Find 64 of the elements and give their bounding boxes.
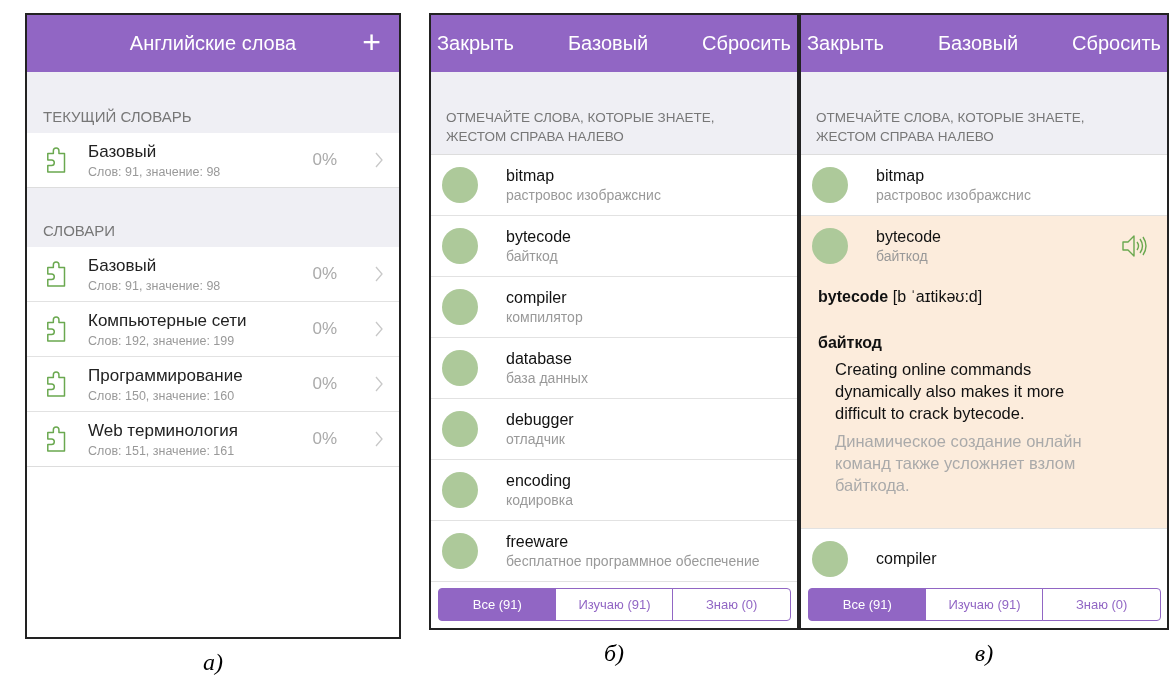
figure-caption: а) bbox=[203, 649, 223, 676]
dictionary-name: Компьютерные сети bbox=[88, 310, 248, 331]
example-sentence: Creating online commands dynamically also makes it more difficult to crack bytecode. bbox=[834, 359, 1066, 424]
dictionary-name: Базовый bbox=[88, 141, 158, 162]
dictionary-stats: Слов: 91, значение: 98 bbox=[88, 278, 222, 293]
filter-tab[interactable]: Изучаю (91) bbox=[555, 588, 674, 621]
dictionary-stats: Слов: 151, значение: 161 bbox=[88, 443, 236, 458]
filter-tab[interactable]: Изучаю (91) bbox=[925, 588, 1044, 621]
hint-text: ОТМЕЧАЙТЕ СЛОВА, КОТОРЫЕ ЗНАЕТЕ, ЖЕСТОМ СПРАВА НАЛЕВО bbox=[446, 110, 715, 144]
word-text: compiler bbox=[506, 289, 568, 307]
word-text: freeware bbox=[506, 533, 570, 551]
dictionary-item[interactable]: Базовый Слов: 91, значение: 98 0% bbox=[27, 133, 399, 187]
progress-percent: 0% bbox=[312, 374, 337, 394]
word-translation: отладчик bbox=[506, 431, 566, 447]
meaning-text: байткод bbox=[818, 334, 883, 352]
word-text: compiler bbox=[876, 550, 938, 568]
toolbar-button[interactable]: Закрыть bbox=[437, 32, 515, 55]
filter-tab[interactable]: Все (91) bbox=[438, 588, 557, 621]
dictionary-name: Программирование bbox=[88, 365, 244, 386]
dictionary-stats: Слов: 150, значение: 160 bbox=[88, 388, 236, 403]
word-translation: кодировка bbox=[506, 492, 574, 508]
filter-tab[interactable]: Знаю (0) bbox=[672, 588, 791, 621]
header-title: Английские слова bbox=[129, 32, 297, 55]
figure-caption: в) bbox=[974, 640, 994, 667]
dictionary-stats: Слов: 192, значение: 199 bbox=[88, 333, 236, 348]
word-text: debugger bbox=[506, 411, 575, 429]
add-button[interactable]: + bbox=[358, 25, 385, 59]
toolbar-button[interactable]: Закрыть bbox=[807, 32, 885, 55]
progress-percent: 0% bbox=[312, 319, 337, 339]
toolbar-button[interactable]: Базовый bbox=[937, 32, 1019, 55]
example-translation: Динамическое создание онлайн команд также усложняет взлом байткода. bbox=[834, 431, 1083, 496]
word-translation: байткод bbox=[506, 248, 559, 264]
progress-percent: 0% bbox=[312, 150, 337, 170]
word-translation: компилятор bbox=[506, 309, 584, 325]
section-title: СЛОВАРИ bbox=[43, 222, 116, 239]
dictionary-item[interactable]: Базовый Слов: 91, значение: 98 0% bbox=[27, 247, 399, 301]
dictionary-name: Базовый bbox=[88, 255, 158, 276]
dictionary-stats: Слов: 91, значение: 98 bbox=[88, 164, 222, 179]
figure-caption: б) bbox=[603, 640, 625, 667]
word-text: bytecode bbox=[876, 228, 942, 246]
word-text: bitmap bbox=[876, 167, 926, 185]
word-translation: база данных bbox=[506, 370, 589, 386]
toolbar-button[interactable]: Сбросить bbox=[702, 32, 791, 55]
section-title: ТЕКУЩИЙ СЛОВАРЬ bbox=[43, 108, 192, 125]
filter-tab[interactable]: Все (91) bbox=[808, 588, 927, 621]
word-text: encoding bbox=[506, 472, 572, 490]
dictionary-name: Web терминология bbox=[88, 420, 239, 441]
word-text: database bbox=[506, 350, 573, 368]
dictionary-item[interactable]: Компьютерные сети Слов: 192, значение: 199 0% bbox=[27, 301, 399, 356]
progress-percent: 0% bbox=[312, 429, 337, 449]
word-translation: растровос изображснис bbox=[506, 187, 662, 203]
dictionary-item[interactable]: Web терминология Слов: 151, значение: 161 0% bbox=[27, 411, 399, 466]
toolbar-button[interactable]: Базовый bbox=[567, 32, 649, 55]
dictionary-item[interactable]: Программирование Слов: 150, значение: 160 0% bbox=[27, 356, 399, 411]
word-translation: бесплатное программное обеспечение bbox=[506, 553, 761, 569]
progress-percent: 0% bbox=[312, 264, 337, 284]
word-text: bytecode bbox=[506, 228, 572, 246]
word-translation: байткод bbox=[876, 248, 929, 264]
word-text: bitmap bbox=[506, 167, 556, 185]
word-translation: растровос изображснис bbox=[876, 187, 1032, 203]
filter-tab[interactable]: Знаю (0) bbox=[1042, 588, 1161, 621]
pronunciation-text: bytecode [b ˈaɪtikəʊ:d] bbox=[818, 288, 984, 306]
toolbar-button[interactable]: Сбросить bbox=[1072, 32, 1161, 55]
hint-text: ОТМЕЧАЙТЕ СЛОВА, КОТОРЫЕ ЗНАЕТЕ, ЖЕСТОМ СПРАВА НАЛЕВО bbox=[816, 110, 1085, 144]
